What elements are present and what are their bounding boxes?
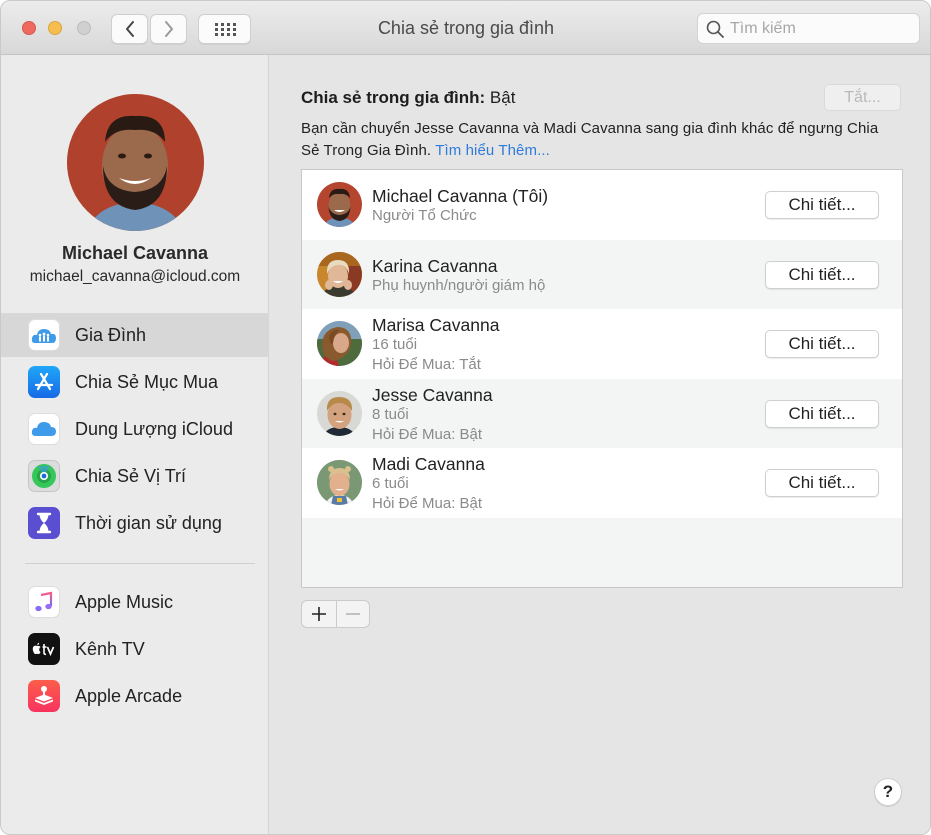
status-value: Bật — [489, 88, 516, 107]
window-title: Chia sẻ trong gia đình — [377, 18, 555, 38]
member-info: Madi Cavanna 6 tuổi Hỏi Để Mua: Bật — [372, 454, 485, 514]
apple-arcade-icon — [28, 680, 60, 712]
minus-icon — [345, 613, 360, 615]
add-member-button[interactable] — [302, 601, 336, 627]
family-icon — [28, 319, 60, 351]
sidebar-item-apple-music[interactable]: Apple Music — [1, 580, 269, 624]
member-avatar — [317, 460, 362, 505]
plus-icon — [311, 607, 326, 621]
sidebar-divider — [25, 563, 255, 564]
member-info: Michael Cavanna (Tôi) Người Tổ Chức — [372, 186, 548, 226]
ask-to-buy-status: Hỏi Để Mua: Bật — [372, 425, 483, 443]
sidebar-item-location-sharing[interactable]: Chia Sẻ Vị Trí — [1, 454, 269, 498]
remove-member-button[interactable] — [335, 601, 370, 627]
member-avatar — [317, 182, 362, 227]
details-button[interactable]: Chi tiết... — [765, 260, 879, 289]
notice-message: Bạn cần chuyển Jesse Cavanna và Madi Cav… — [301, 120, 879, 159]
member-info: Marisa Cavanna 16 tuổi Hỏi Để Mua: Tắt — [372, 315, 499, 375]
member-role: Người Tổ Chức — [372, 207, 477, 224]
apple-tv-icon — [28, 633, 60, 665]
profile-name: Michael Cavanna — [61, 243, 209, 263]
sidebar-item-label: Kênh TV — [75, 638, 145, 659]
icloud-icon — [28, 413, 60, 445]
member-list: Michael Cavanna (Tôi) Người Tổ Chức Chi … — [301, 169, 903, 588]
sidebar-item-label: Apple Arcade — [75, 685, 183, 706]
member-row[interactable]: Karina Cavanna Phụ huynh/người giám hộ C… — [302, 239, 902, 309]
learn-more-link[interactable]: Tìm hiểu Thêm... — [435, 142, 550, 159]
member-row[interactable]: Michael Cavanna (Tôi) Người Tổ Chức Chi … — [302, 170, 902, 240]
apple-music-icon — [28, 586, 60, 618]
main-panel: Chia sẻ trong gia đình: Bật Tắt... Bạn c… — [270, 55, 930, 834]
sidebar-item-icloud-storage[interactable]: Dung Lượng iCloud — [1, 407, 269, 451]
minimize-window-button[interactable] — [48, 21, 62, 35]
member-name: Karina Cavanna — [372, 255, 498, 276]
title-bar: Chia sẻ trong gia đình — [1, 1, 930, 55]
sidebar-item-label: Apple Music — [75, 591, 174, 612]
member-row[interactable]: Jesse Cavanna 8 tuổi Hỏi Để Mua: Bật Chi… — [302, 378, 902, 448]
member-avatar — [317, 251, 362, 297]
ask-to-buy-status: Hỏi Để Mua: Tắt — [372, 356, 481, 373]
find-my-icon — [28, 460, 60, 492]
sidebar-item-label: Chia Sẻ Mục Mua — [75, 371, 219, 392]
search-field[interactable] — [697, 13, 920, 44]
family-sharing-window: Chia sẻ trong gia đình Michael Cavanna m… — [0, 0, 931, 835]
ask-to-buy-status: Hỏi Để Mua: Bật — [372, 495, 483, 512]
member-row[interactable]: Madi Cavanna 6 tuổi Hỏi Để Mua: Bật Chi … — [302, 448, 902, 518]
search-icon — [706, 20, 724, 38]
sidebar-item-label: Gia Đình — [75, 324, 147, 345]
member-age: 6 tuổi — [372, 475, 409, 492]
details-button[interactable]: Chi tiết... — [765, 191, 879, 219]
search-input[interactable] — [730, 19, 910, 38]
member-info: Karina Cavanna Phụ huynh/người giám hộ — [372, 256, 545, 296]
sidebar-item-screen-time[interactable]: Thời gian sử dụng — [1, 501, 269, 545]
grid-icon — [214, 23, 236, 36]
member-avatar — [317, 390, 362, 436]
member-avatar — [317, 321, 362, 366]
sidebar-item-apple-arcade[interactable]: Apple Arcade — [1, 674, 269, 718]
sidebar: Michael Cavanna michael_cavanna@icloud.c… — [1, 55, 269, 834]
member-age: 8 tuổi — [372, 405, 409, 423]
member-age: 16 tuổi — [372, 336, 418, 353]
turn-off-button[interactable]: Tắt... — [824, 84, 901, 111]
profile-email: michael_cavanna@icloud.com — [29, 268, 241, 285]
status-label: Chia sẻ trong gia đình: — [301, 88, 486, 107]
sidebar-item-label: Thời gian sử dụng — [75, 512, 222, 533]
member-info: Jesse Cavanna 8 tuổi Hỏi Để Mua: Bật — [372, 385, 493, 445]
details-button[interactable]: Chi tiết... — [765, 469, 879, 497]
close-window-button[interactable] — [22, 21, 36, 35]
sidebar-item-apple-tv[interactable]: Kênh TV — [1, 627, 269, 671]
help-button[interactable]: ? — [874, 778, 902, 806]
screen-time-icon — [28, 507, 60, 539]
member-name: Michael Cavanna (Tôi) — [372, 186, 549, 206]
details-button[interactable]: Chi tiết... — [765, 330, 879, 358]
notice-text: Bạn cần chuyển Jesse Cavanna và Madi Cav… — [301, 118, 881, 162]
chevron-right-icon — [164, 21, 173, 37]
sidebar-item-label: Dung Lượng iCloud — [75, 418, 233, 439]
family-sharing-status: Chia sẻ trong gia đình: Bật — [301, 88, 515, 108]
member-name: Jesse Cavanna — [372, 384, 493, 405]
profile-avatar[interactable] — [67, 94, 204, 231]
add-remove-control — [301, 600, 370, 628]
app-store-icon — [28, 366, 60, 398]
forward-button[interactable] — [150, 14, 187, 44]
sidebar-item-purchase-sharing[interactable]: Chia Sẻ Mục Mua — [1, 360, 269, 404]
zoom-window-button[interactable] — [77, 21, 91, 35]
member-role: Phụ huynh/người giám hộ — [372, 276, 546, 294]
member-name: Marisa Cavanna — [372, 315, 500, 335]
chevron-left-icon — [125, 21, 134, 37]
details-button[interactable]: Chi tiết... — [765, 399, 879, 428]
sidebar-item-label: Chia Sẻ Vị Trí — [75, 465, 187, 486]
sidebar-item-family[interactable]: Gia Đình — [1, 313, 269, 357]
show-all-button[interactable] — [198, 14, 251, 44]
back-button[interactable] — [111, 14, 148, 44]
member-row[interactable]: Marisa Cavanna 16 tuổi Hỏi Để Mua: Tắt C… — [302, 309, 902, 379]
member-name: Madi Cavanna — [372, 454, 485, 474]
